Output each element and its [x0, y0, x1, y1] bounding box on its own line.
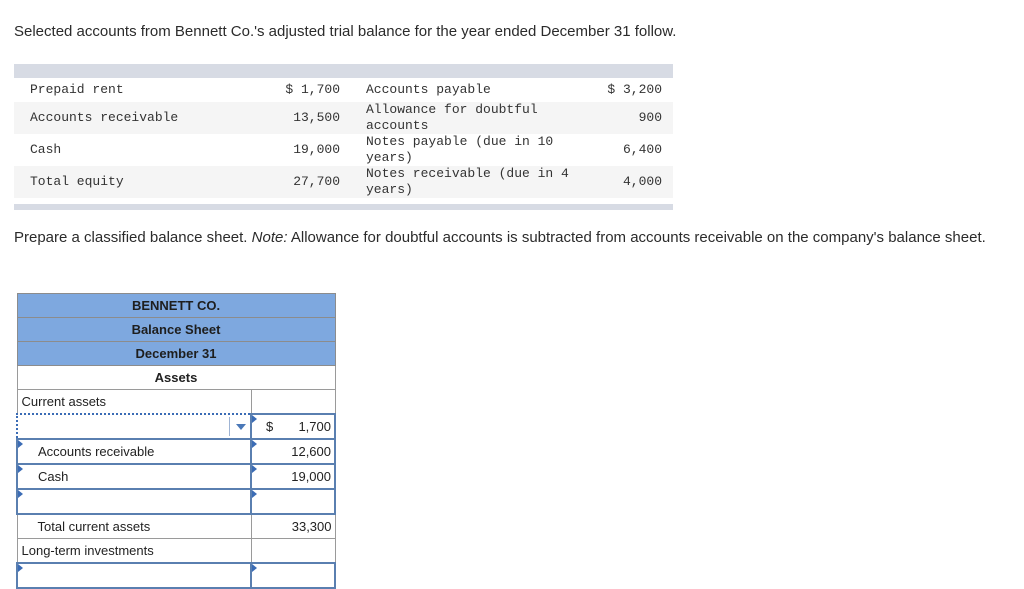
account-name: Notes payable (due in 10 years)	[366, 134, 586, 166]
input-marker-icon	[252, 440, 257, 448]
input-marker-icon	[18, 564, 23, 572]
account-amount: 27,700	[240, 166, 366, 198]
statement-title: Balance Sheet	[16, 317, 336, 342]
amount-input[interactable]	[250, 488, 336, 515]
account-amount: 6,400	[586, 134, 673, 166]
account-name: Notes receivable (due in 4 years)	[366, 166, 586, 198]
table-bottom-band	[14, 204, 673, 210]
empty-cell	[250, 538, 336, 564]
table-row: Cash 19,000 Notes payable (due in 10 yea…	[14, 134, 673, 166]
amount-input[interactable]: $ 1,700	[250, 413, 336, 440]
current-assets-label: Current assets	[16, 389, 252, 415]
section-assets: Assets	[16, 365, 336, 390]
account-input[interactable]	[16, 562, 252, 589]
instructions-lead: Prepare a classified balance sheet.	[14, 229, 252, 246]
input-marker-icon	[252, 465, 257, 473]
amount-value: 1,700	[298, 419, 331, 434]
input-marker-icon	[18, 490, 23, 498]
note-text: Allowance for doubtful accounts is subtr…	[287, 229, 986, 246]
account-label: Cash	[38, 469, 69, 484]
table-row: Accounts receivable 13,500 Allowance for…	[14, 102, 673, 134]
input-marker-icon	[252, 564, 257, 572]
table-top-band	[14, 64, 673, 78]
total-current-assets-value: 33,300	[250, 513, 336, 539]
account-amount: 19,000	[240, 134, 366, 166]
amount-value: 12,600	[291, 444, 331, 459]
amount-input[interactable]: 12,600	[250, 438, 336, 465]
account-amount: 13,500	[240, 102, 366, 134]
total-current-assets-label: Total current assets	[16, 513, 252, 539]
account-input[interactable]	[16, 488, 252, 515]
chevron-down-icon[interactable]	[236, 424, 246, 430]
account-name: Accounts receivable	[14, 102, 240, 134]
amount-input[interactable]: 19,000	[250, 463, 336, 490]
account-name: Cash	[14, 134, 240, 166]
statement-date: December 31	[16, 341, 336, 366]
account-amount: 900	[586, 102, 673, 134]
table-row: Prepaid rent $ 1,700 Accounts payable $ …	[14, 78, 673, 102]
dropdown-separator	[229, 417, 230, 436]
instructions: Prepare a classified balance sheet. Note…	[14, 228, 1004, 247]
input-marker-icon	[18, 440, 23, 448]
trial-balance-table: Prepaid rent $ 1,700 Accounts payable $ …	[14, 64, 673, 210]
account-label: Accounts receivable	[38, 444, 155, 459]
empty-cell	[250, 389, 336, 415]
input-marker-icon	[18, 465, 23, 473]
company-name: BENNETT CO.	[16, 293, 336, 318]
account-name: Total equity	[14, 166, 240, 198]
account-amount: $ 1,700	[240, 78, 366, 102]
account-name: Allowance for doubtful accounts	[366, 102, 586, 134]
amount-input[interactable]	[250, 562, 336, 589]
currency-symbol: $	[266, 419, 274, 434]
note-label: Note:	[251, 229, 288, 246]
balance-sheet-form: BENNETT CO. Balance Sheet December 31 As…	[16, 293, 336, 589]
account-amount: $ 3,200	[586, 78, 673, 102]
intro-text: Selected accounts from Bennett Co.'s adj…	[14, 23, 677, 40]
account-dropdown[interactable]	[16, 413, 252, 440]
account-name: Prepaid rent	[14, 78, 240, 102]
table-row: Total equity 27,700 Notes receivable (du…	[14, 166, 673, 198]
account-input[interactable]: Cash	[16, 463, 252, 490]
account-name: Accounts payable	[366, 78, 586, 102]
input-marker-icon	[252, 415, 257, 423]
input-marker-icon	[252, 490, 257, 498]
long-term-investments-label: Long-term investments	[16, 538, 252, 564]
account-amount: 4,000	[586, 166, 673, 198]
amount-value: 19,000	[291, 469, 331, 484]
account-input[interactable]: Accounts receivable	[16, 438, 252, 465]
